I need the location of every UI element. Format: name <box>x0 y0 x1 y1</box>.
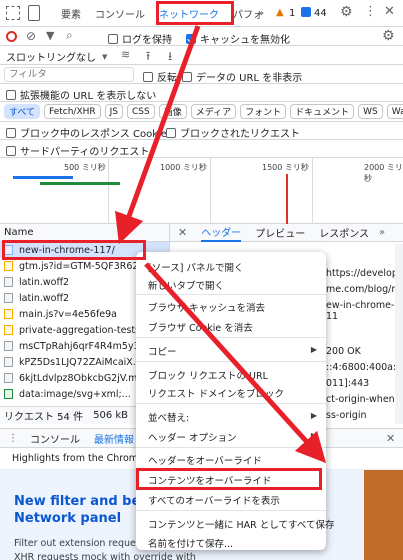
annotation-arrow <box>115 25 201 245</box>
annotation-arrow <box>144 262 327 464</box>
annotation-arrows <box>115 25 327 464</box>
